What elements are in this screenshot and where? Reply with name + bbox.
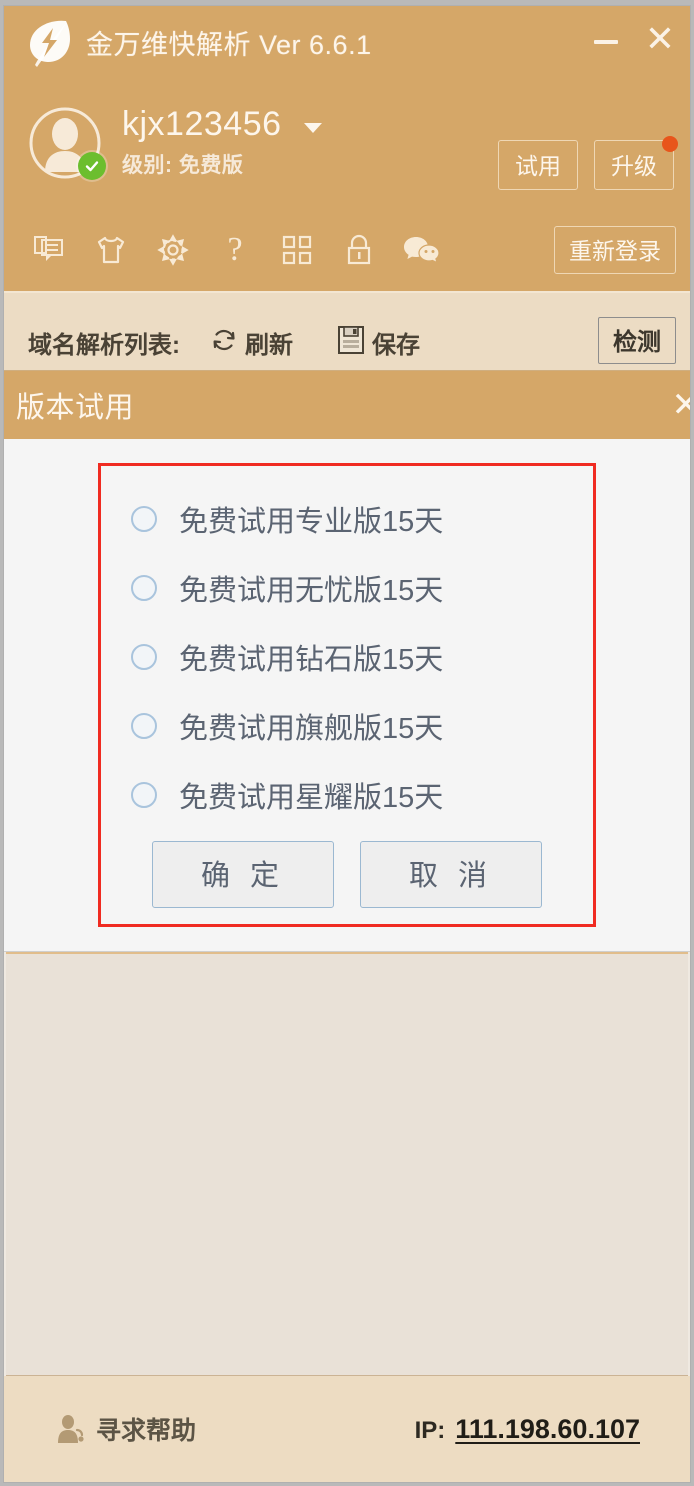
avatar[interactable] xyxy=(26,104,106,182)
title-bar: 金万维快解析 Ver 6.6.1 ✕ xyxy=(4,6,690,78)
status-bar: 寻求帮助 IP: 111.198.60.107 xyxy=(4,1376,690,1482)
account-area: kjx123456 级别: 免费版 试用 升级 xyxy=(4,78,690,208)
green-check-icon xyxy=(78,152,106,180)
trial-option-row[interactable]: 免费试用星耀版15天 xyxy=(101,760,593,829)
app-title: 金万维快解析 Ver 6.6.1 xyxy=(86,29,372,60)
account-text: kjx123456 级别: 免费版 xyxy=(122,104,322,180)
person-support-icon xyxy=(56,1413,86,1445)
save-label: 保存 xyxy=(372,332,420,359)
close-icon[interactable]: ✕ xyxy=(636,18,684,66)
upgrade-button[interactable]: 升级 xyxy=(594,136,678,190)
account-level: 级别: 免费版 xyxy=(122,154,244,178)
trial-button[interactable]: 试用 xyxy=(498,140,578,190)
refresh-icon xyxy=(210,326,238,359)
trial-option-row[interactable]: 免费试用钻石版15天 xyxy=(101,622,593,691)
trial-options-highlight-box: 免费试用专业版15天 免费试用无忧版15天 免费试用钻石版15天 免费试用旗舰版… xyxy=(98,463,596,927)
radio-button-icon[interactable] xyxy=(131,505,157,532)
toolbar-icon-group: ? xyxy=(30,231,440,269)
dialog-button-row: 确 定 取 消 xyxy=(101,841,593,908)
cancel-button[interactable]: 取 消 xyxy=(360,841,542,908)
save-action[interactable]: 保存 xyxy=(337,325,420,360)
question-help-icon[interactable]: ? xyxy=(216,231,254,269)
radio-button-icon[interactable] xyxy=(131,574,157,601)
trial-option-label: 免费试用旗舰版15天 xyxy=(179,712,444,745)
confirm-button[interactable]: 确 定 xyxy=(152,841,334,908)
radio-button-icon[interactable] xyxy=(131,643,157,670)
account-name-row: kjx123456 xyxy=(122,104,322,143)
seek-help-label: 寻求帮助 xyxy=(96,1417,197,1445)
toolbar: ? 重新登录 xyxy=(4,208,690,293)
wechat-icon[interactable] xyxy=(402,231,440,269)
gear-settings-icon[interactable] xyxy=(154,231,192,269)
resolve-list-label: 域名解析列表: xyxy=(28,332,180,359)
refresh-action[interactable]: 刷新 xyxy=(210,325,293,360)
trial-option-label: 免费试用无忧版15天 xyxy=(179,574,444,607)
trial-dialog: 版本试用 ✕ 免费试用专业版15天 免费试用无忧版15天 免费试用钻石版15天 xyxy=(4,371,690,952)
ip-label: IP: xyxy=(414,1416,446,1444)
grid-apps-icon[interactable] xyxy=(278,231,316,269)
trial-option-label: 免费试用专业版15天 xyxy=(179,505,444,538)
trial-option-row[interactable]: 免费试用专业版15天 xyxy=(101,484,593,553)
trial-dialog-header: 版本试用 ✕ xyxy=(4,371,690,439)
trial-option-label: 免费试用星耀版15天 xyxy=(179,781,444,814)
trial-dialog-title: 版本试用 xyxy=(16,392,135,424)
radio-button-icon[interactable] xyxy=(131,712,157,739)
ip-value[interactable]: 111.198.60.107 xyxy=(455,1414,640,1445)
resolve-list-strip: 域名解析列表: 刷新 保存 检测 xyxy=(4,293,690,371)
leaf-lightning-logo-icon xyxy=(22,15,76,69)
domain-list-panel[interactable] xyxy=(6,952,688,1376)
trial-option-row[interactable]: 免费试用旗舰版15天 xyxy=(101,691,593,760)
tshirt-skin-icon[interactable] xyxy=(92,231,130,269)
message-icon[interactable] xyxy=(30,231,68,269)
trial-option-row[interactable]: 免费试用无忧版15天 xyxy=(101,553,593,622)
username: kjx123456 xyxy=(122,104,282,143)
window-controls: ✕ xyxy=(582,6,684,78)
relogin-button[interactable]: 重新登录 xyxy=(554,225,676,274)
lock-icon[interactable] xyxy=(340,231,378,269)
radio-button-icon[interactable] xyxy=(131,781,157,808)
trial-option-label: 免费试用钻石版15天 xyxy=(179,643,444,676)
ip-block: IP: 111.198.60.107 xyxy=(415,1414,640,1445)
minimize-icon[interactable] xyxy=(582,18,630,66)
upgrade-button-label: 升级 xyxy=(611,153,657,179)
save-disk-icon xyxy=(337,325,365,360)
dialog-close-icon[interactable]: ✕ xyxy=(672,388,691,422)
upgrade-badge-dot xyxy=(662,136,678,152)
application-window: 金万维快解析 Ver 6.6.1 ✕ kjx123456 级别: 免费版 试用 … xyxy=(3,5,691,1483)
trial-dialog-body: 免费试用专业版15天 免费试用无忧版15天 免费试用钻石版15天 免费试用旗舰版… xyxy=(4,439,690,951)
caret-down-icon[interactable] xyxy=(303,122,322,133)
seek-help-link[interactable]: 寻求帮助 xyxy=(56,1411,196,1447)
detect-button[interactable]: 检测 xyxy=(598,317,676,364)
account-buttons: 试用 升级 xyxy=(498,136,678,190)
refresh-label: 刷新 xyxy=(245,332,293,359)
